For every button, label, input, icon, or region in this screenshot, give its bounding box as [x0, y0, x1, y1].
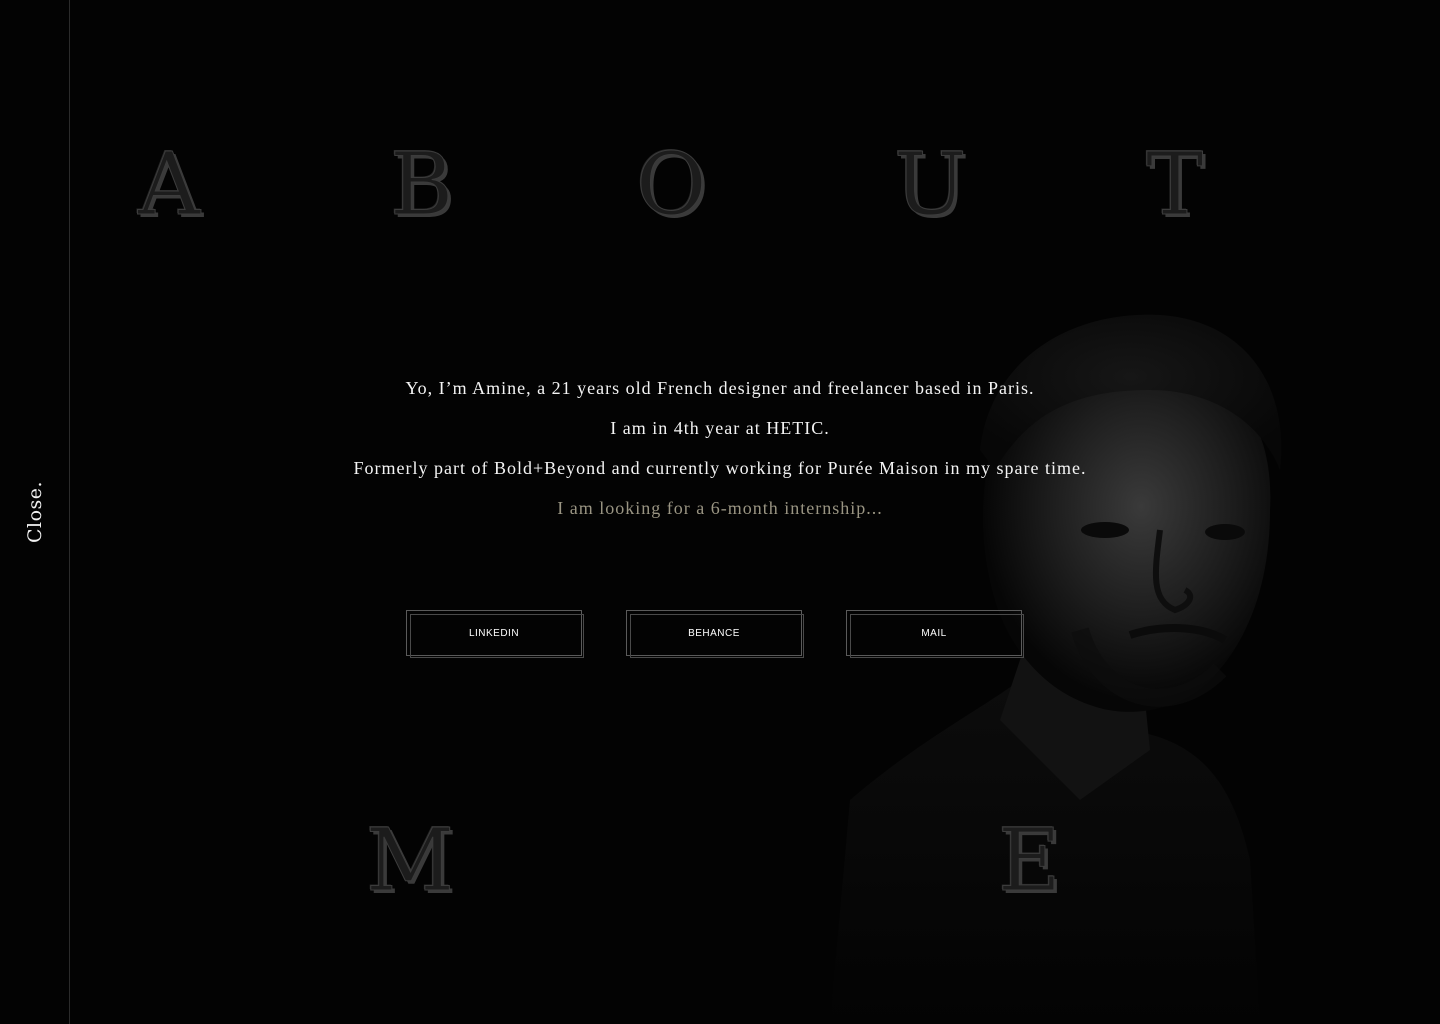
heading-letter-m: M	[365, 811, 455, 911]
heading-letter-a: A	[137, 135, 201, 235]
linkedin-button[interactable]: LINKEDIN	[406, 610, 584, 658]
mail-button[interactable]: MAIL	[846, 610, 1024, 658]
sidebar: Close.	[0, 0, 70, 1024]
intro-text: Yo, I’m Amine, a 21 years old French des…	[290, 368, 1150, 528]
intro-line-1: Yo, I’m Amine, a 21 years old French des…	[405, 378, 1035, 398]
heading-letter-e: E	[998, 811, 1062, 911]
heading-letter-o: O	[636, 135, 708, 235]
heading-letter-u: U	[893, 135, 967, 235]
close-button[interactable]: Close.	[24, 481, 46, 543]
behance-button[interactable]: BEHANCE	[626, 610, 804, 658]
heading-letter-t: T	[1145, 135, 1204, 235]
intro-line-2: I am in 4th year at HETIC.	[610, 418, 830, 438]
intro-line-3: Formerly part of Bold+Beyond and current…	[353, 458, 1087, 478]
internship-line: I am looking for a 6-month internship...	[557, 498, 883, 518]
heading-letter-b: B	[389, 135, 454, 235]
